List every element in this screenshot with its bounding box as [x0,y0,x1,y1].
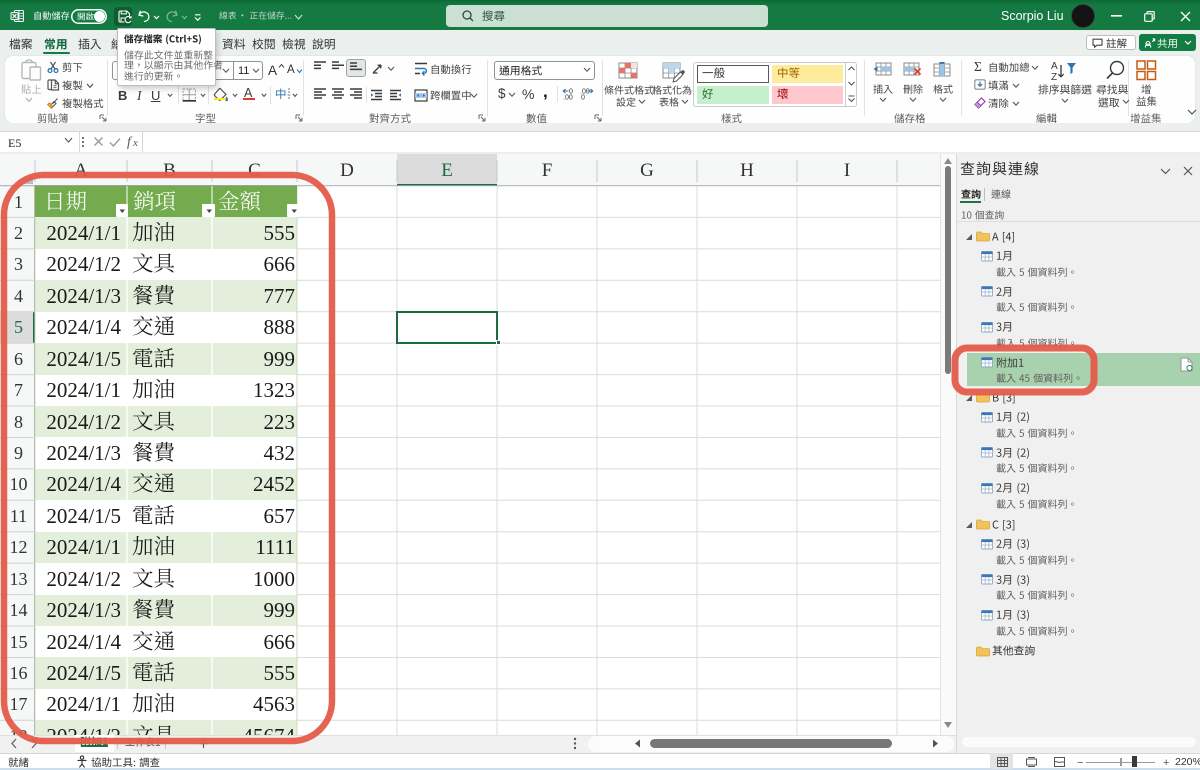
svg-text:0: 0 [581,95,585,102]
svg-text:Z: Z [1051,72,1057,83]
svg-text:.00: .00 [563,95,573,102]
svg-text:A: A [1051,61,1058,72]
